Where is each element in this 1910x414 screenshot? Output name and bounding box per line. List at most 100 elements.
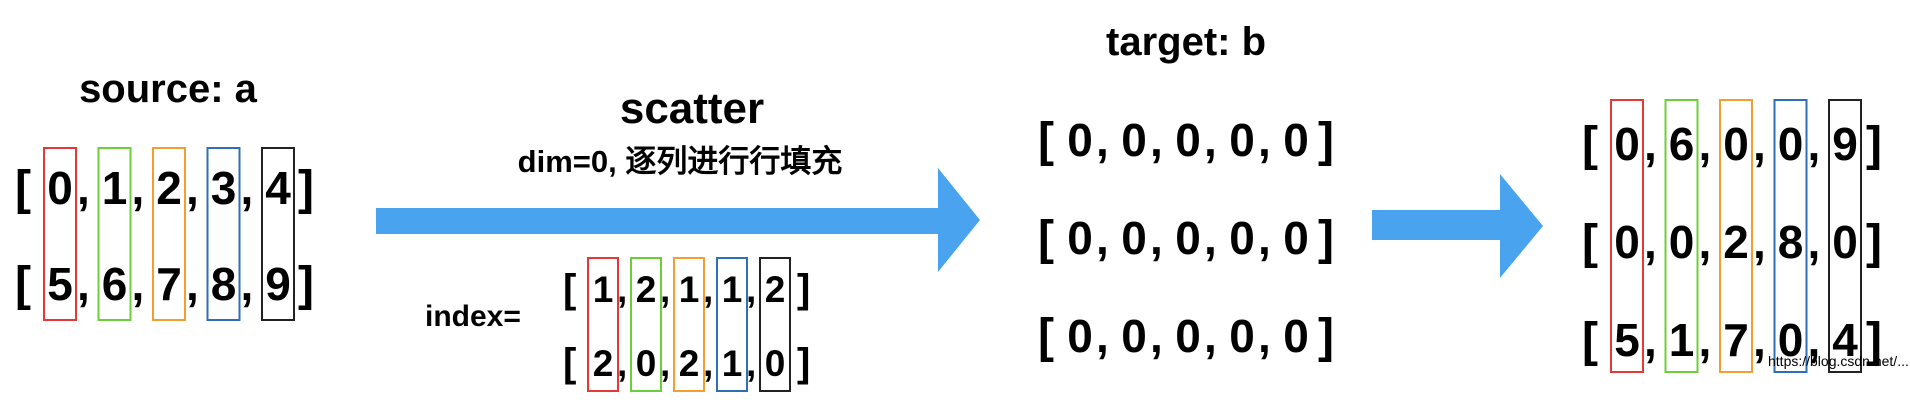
comma: , <box>1150 114 1163 166</box>
result-cell-r1c0: 0 <box>1614 216 1640 268</box>
source-cell-r0c1: 1 <box>102 162 128 214</box>
bracket-left: [ <box>1582 314 1598 367</box>
bracket-right: ] <box>1866 216 1882 269</box>
index-matrix: [ ] [ ] 1, 2, 1, 1, 22, 0, 2, 1, 0 <box>563 257 810 392</box>
comma: , <box>1644 216 1657 268</box>
source-cell-r1c1: 6 <box>102 258 128 310</box>
bracket-left: [ <box>1582 216 1598 269</box>
target-cell-r1c0: 0 <box>1067 212 1093 264</box>
comma: , <box>1204 212 1217 264</box>
source-cell-r1c2: 7 <box>156 258 182 310</box>
comma: , <box>1699 216 1712 268</box>
target-cell-r2c3: 0 <box>1229 310 1255 362</box>
index-cell-r1c1: 0 <box>636 343 657 384</box>
bracket-left: [ <box>15 258 31 311</box>
source-matrix: [ ] [ ] 0, 1, 2, 3, 45, 6, 7, 8, 9 <box>15 147 314 321</box>
target-cell-r2c4: 0 <box>1283 310 1309 362</box>
comma: , <box>241 162 254 214</box>
comma: , <box>1258 212 1271 264</box>
target-cell-r0c4: 0 <box>1283 114 1309 166</box>
comma: , <box>77 258 90 310</box>
target-cell-r2c2: 0 <box>1175 310 1201 362</box>
source-title: source: a <box>79 67 258 111</box>
target-matrix: 0, 0, 0, 0, 00, 0, 0, 0, 00, 0, 0, 0, 0[][][] <box>1038 114 1334 363</box>
bracket-right: ] <box>1866 118 1882 171</box>
index-cell-r1c4: 0 <box>765 343 786 384</box>
comma: , <box>1753 314 1766 366</box>
target-cell-r2c0: 0 <box>1067 310 1093 362</box>
result-cell-r1c2: 2 <box>1723 216 1749 268</box>
result-cell-r2c2: 7 <box>1723 314 1749 366</box>
bracket-left: [ <box>1038 310 1054 363</box>
scatter-arrow <box>376 168 980 272</box>
bracket-right: ] <box>797 341 810 385</box>
result-cell-r0c4: 9 <box>1832 118 1858 170</box>
result-cell-r0c1: 6 <box>1669 118 1695 170</box>
result-cell-r1c4: 0 <box>1832 216 1858 268</box>
bracket-right: ] <box>1318 114 1334 167</box>
comma: , <box>1258 114 1271 166</box>
comma: , <box>1150 212 1163 264</box>
comma: , <box>1753 216 1766 268</box>
comma: , <box>1808 216 1821 268</box>
bracket-left: [ <box>563 267 576 311</box>
target-cell-r1c1: 0 <box>1121 212 1147 264</box>
target-cell-r0c2: 0 <box>1175 114 1201 166</box>
comma: , <box>241 258 254 310</box>
source-cell-r1c0: 5 <box>47 258 73 310</box>
target-title: target: b <box>1106 20 1266 64</box>
comma: , <box>77 162 90 214</box>
operation-title: scatter <box>620 84 764 133</box>
result-cell-r0c3: 0 <box>1778 118 1804 170</box>
watermark: https://blog.csdn.net/... <box>1768 353 1909 369</box>
comma: , <box>132 258 145 310</box>
target-cell-r1c3: 0 <box>1229 212 1255 264</box>
target-cell-r0c1: 0 <box>1121 114 1147 166</box>
result-matrix: [ ] [ ] [ ] 0, 6, 0, 0, 90, 0, 2, 8, 05, 1, 7, 0, 4 <box>1582 99 1882 373</box>
scatter-diagram: source: a scatter dim=0, 逐列进行行填充 target:… <box>15 20 1909 392</box>
result-cell-r2c0: 5 <box>1614 314 1640 366</box>
comma: , <box>1258 310 1271 362</box>
comma: , <box>186 162 199 214</box>
comma: , <box>132 162 145 214</box>
bracket-left: [ <box>1038 114 1054 167</box>
bracket-left: [ <box>1582 118 1598 171</box>
result-cell-r1c3: 8 <box>1778 216 1804 268</box>
target-cell-r2c1: 0 <box>1121 310 1147 362</box>
index-cell-r1c0: 2 <box>593 343 614 384</box>
bracket-right: ] <box>298 258 314 311</box>
index-label: index= <box>425 300 521 333</box>
source-cell-r0c0: 0 <box>47 162 73 214</box>
index-cell-r0c0: 1 <box>593 269 614 310</box>
comma: , <box>1644 314 1657 366</box>
target-cell-r1c2: 0 <box>1175 212 1201 264</box>
bracket-left: [ <box>1038 212 1054 265</box>
bracket-right: ] <box>1318 310 1334 363</box>
comma: , <box>1808 118 1821 170</box>
index-cell-r0c4: 2 <box>765 269 786 310</box>
comma: , <box>1204 114 1217 166</box>
bracket-right: ] <box>298 162 314 215</box>
bracket-left: [ <box>15 162 31 215</box>
source-cell-r0c2: 2 <box>156 162 182 214</box>
comma: , <box>1644 118 1657 170</box>
comma: , <box>1699 118 1712 170</box>
index-cell-r1c2: 2 <box>679 343 700 384</box>
result-cell-r0c0: 0 <box>1614 118 1640 170</box>
source-cell-r0c3: 3 <box>211 162 237 214</box>
result-cell-r0c2: 0 <box>1723 118 1749 170</box>
comma: , <box>1096 310 1109 362</box>
bracket-right: ] <box>797 267 810 311</box>
operation-subtitle: dim=0, 逐列进行行填充 <box>518 144 843 179</box>
bracket-left: [ <box>563 341 576 385</box>
comma: , <box>1753 118 1766 170</box>
comma: , <box>1150 310 1163 362</box>
comma: , <box>1699 314 1712 366</box>
source-cell-r0c4: 4 <box>265 162 291 214</box>
index-cell-r0c1: 2 <box>636 269 657 310</box>
index-cell-r0c3: 1 <box>722 269 743 310</box>
result-arrow <box>1372 174 1543 278</box>
bracket-right: ] <box>1318 212 1334 265</box>
target-cell-r0c3: 0 <box>1229 114 1255 166</box>
comma: , <box>1096 114 1109 166</box>
